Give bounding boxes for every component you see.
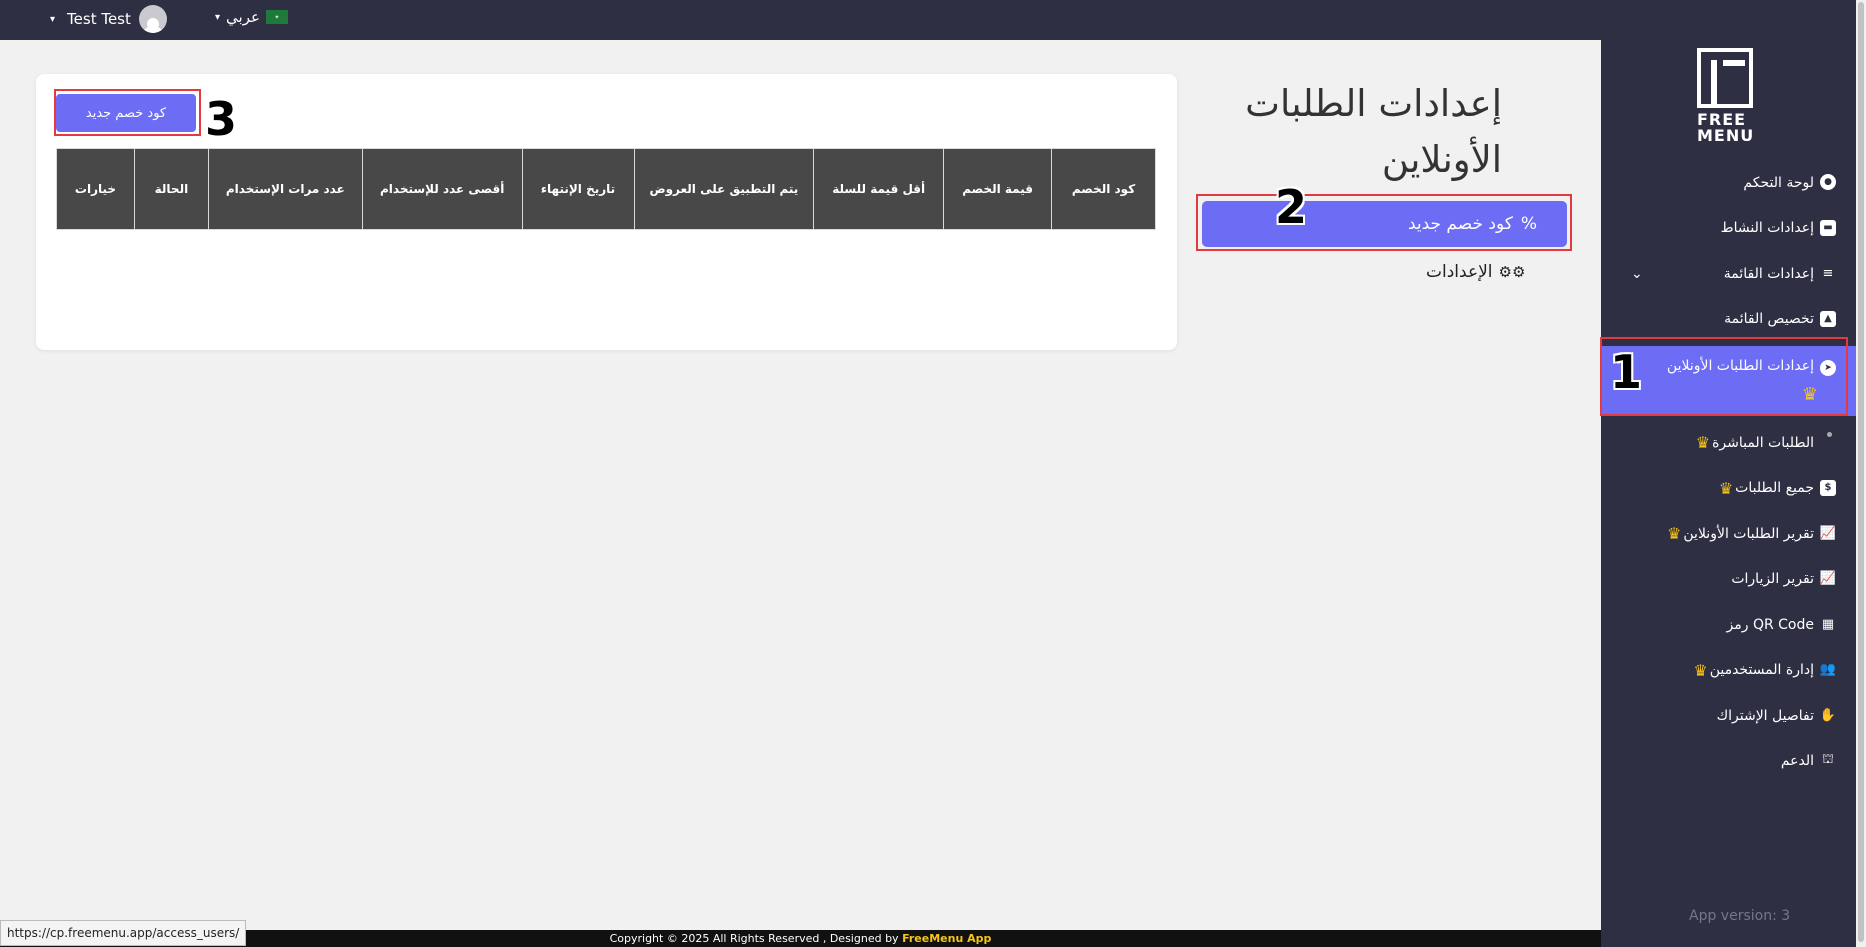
user-menu[interactable]: ▾ Test Test bbox=[50, 5, 167, 33]
sidebar-item-qr-code[interactable]: رمز QR Code ▦ bbox=[1601, 602, 1856, 648]
discount-codes-table: خيارات الحالة عدد مرات الإستخدام أقصى عد… bbox=[56, 148, 1156, 230]
app-version: App version: 3 bbox=[1689, 908, 1791, 924]
sidebar-item-support[interactable]: الدعم ⛫ bbox=[1601, 739, 1856, 785]
sidebar-item-label: تفاصيل الإشتراك bbox=[1716, 707, 1814, 724]
sidebar-item-menu-settings[interactable]: ⌄ إعدادات القائمة ≡ bbox=[1601, 251, 1856, 297]
user-name: Test Test bbox=[67, 10, 131, 28]
sidebar-item-business-settings[interactable]: إعدادات النشاط ▬ bbox=[1601, 206, 1856, 252]
sidebar-item-subscription-details[interactable]: تفاصيل الإشتراك ✋ bbox=[1601, 693, 1856, 739]
chevron-down-icon[interactable]: ⌄ bbox=[1631, 266, 1643, 282]
chevron-down-icon: ▾ bbox=[215, 11, 221, 23]
sidebar-item-live-orders[interactable]: ♛ الطلبات المباشرة bbox=[1601, 420, 1856, 466]
chevron-down-icon: ▾ bbox=[50, 13, 56, 25]
annotation-number-3: 3 bbox=[205, 92, 238, 146]
highlight-box-2 bbox=[1196, 194, 1572, 251]
status-bar-url: https://cp.freemenu.app/access_users/ bbox=[0, 920, 247, 946]
sidebar-item-label: جميع الطلبات bbox=[1735, 480, 1814, 497]
scrollbar[interactable] bbox=[1856, 0, 1866, 947]
language-label: عربي bbox=[226, 8, 260, 26]
sidebar-item-label: الطلبات المباشرة bbox=[1712, 434, 1814, 451]
table-header-row: خيارات الحالة عدد مرات الإستخدام أقصى عد… bbox=[56, 148, 1156, 230]
crown-icon: ♛ bbox=[1667, 524, 1682, 544]
copyright-text: Copyright © 2025 All Rights Reserved , D… bbox=[609, 932, 899, 945]
sidebar-item-label: تقرير الطلبات الأونلاين bbox=[1683, 525, 1814, 542]
table-header-expiry-date: تاريخ الإنتهاء bbox=[521, 148, 635, 230]
sidebar-item-label: إعدادات النشاط bbox=[1720, 220, 1814, 237]
logo-mark-icon bbox=[1697, 48, 1753, 108]
crown-icon: ♛ bbox=[1718, 478, 1734, 498]
sidebar-item-all-orders[interactable]: ♛ جميع الطلبات $ bbox=[1601, 466, 1856, 512]
bullet-icon bbox=[1827, 432, 1832, 437]
table-header-options: خيارات bbox=[56, 148, 135, 230]
table-header-status: الحالة bbox=[133, 148, 209, 230]
chart-line-icon: 📈 bbox=[1819, 571, 1837, 586]
table-header-applies-on-offers: يتم التطبيق على العروض bbox=[633, 148, 815, 230]
saudi-flag-icon: ✦ bbox=[265, 10, 288, 24]
sidebar-item-label: إدارة المستخدمين bbox=[1709, 662, 1814, 679]
sidebar-item-label: تخصيص القائمة bbox=[1724, 311, 1814, 328]
sidebar-item-label: الدعم bbox=[1780, 753, 1814, 770]
sidebar-item-label: إعدادات القائمة bbox=[1723, 265, 1814, 282]
burger-icon: ≡ bbox=[1822, 265, 1834, 281]
crown-icon: ♛ bbox=[1695, 433, 1711, 453]
highlight-box-3 bbox=[54, 89, 201, 136]
sidebar-menu: لوحة التحكم ● إعدادات النشاط ▬ ⌄ إعدادات… bbox=[1601, 160, 1856, 784]
logo-text: FREE MENU bbox=[1697, 110, 1755, 145]
top-bar: ▾ Test Test ▾ عربي ✦ bbox=[0, 0, 1601, 40]
settings-label: الإعدادات ⚙⚙ bbox=[1426, 262, 1526, 282]
users-icon: 👥 bbox=[1819, 662, 1837, 677]
crown-icon: ♛ bbox=[1693, 660, 1708, 680]
sidebar-item-visits-report[interactable]: تقرير الزيارات 📈 bbox=[1601, 557, 1856, 603]
freemenu-logo[interactable]: FREE MENU bbox=[1697, 48, 1757, 148]
hand-holding-icon: ✋ bbox=[1819, 707, 1837, 723]
language-selector[interactable]: ▾ عربي ✦ bbox=[215, 8, 288, 26]
sidebar-item-online-orders-report[interactable]: ♛ تقرير الطلبات الأونلاين 📈 bbox=[1601, 511, 1856, 557]
sidebar-item-user-management[interactable]: ♛ إدارة المستخدمين 👥 bbox=[1601, 648, 1856, 694]
sidebar-item-label: لوحة التحكم bbox=[1743, 174, 1814, 191]
palette-icon: ● bbox=[1820, 174, 1836, 190]
sidebar-item-label: تقرير الزيارات bbox=[1731, 571, 1814, 588]
table-header-discount-value: قيمة الخصم bbox=[943, 148, 1053, 230]
annotation-number-1: 1 bbox=[1610, 345, 1643, 399]
dollar-icon: $ bbox=[1820, 479, 1836, 496]
chart-line-icon: 📈 bbox=[1819, 525, 1837, 541]
avatar bbox=[138, 5, 167, 33]
qrcode-icon: ▦ bbox=[1821, 616, 1835, 632]
page-title: إعدادات الطلبات الأونلاين bbox=[1245, 82, 1502, 181]
footer-brand-link[interactable]: FreeMenu App bbox=[902, 932, 991, 945]
gears-icon: ⚙⚙ bbox=[1498, 263, 1526, 281]
table-header-discount-code: كود الخصم bbox=[1051, 148, 1156, 230]
support-icon: ⛫ bbox=[1822, 752, 1834, 767]
annotation-number-2: 2 bbox=[1275, 180, 1308, 234]
images-icon: ▲ bbox=[1820, 310, 1836, 327]
briefcase-icon: ▬ bbox=[1820, 219, 1836, 236]
table-header-usage-count: عدد مرات الإستخدام bbox=[207, 148, 363, 230]
scrollbar-thumb[interactable] bbox=[1858, 2, 1864, 942]
sidebar-item-dashboard[interactable]: لوحة التحكم ● bbox=[1601, 160, 1856, 206]
table-header-max-usage: أقصى عدد للإستخدام bbox=[361, 148, 523, 230]
sidebar-item-customize-menu[interactable]: تخصيص القائمة ▲ bbox=[1601, 297, 1856, 343]
sidebar: FREE MENU لوحة التحكم ● إعدادات النشاط ▬… bbox=[1601, 0, 1866, 947]
sidebar-item-label: رمز QR Code bbox=[1726, 616, 1814, 633]
table-header-min-cart-value: أقل قيمة للسلة bbox=[813, 148, 945, 230]
